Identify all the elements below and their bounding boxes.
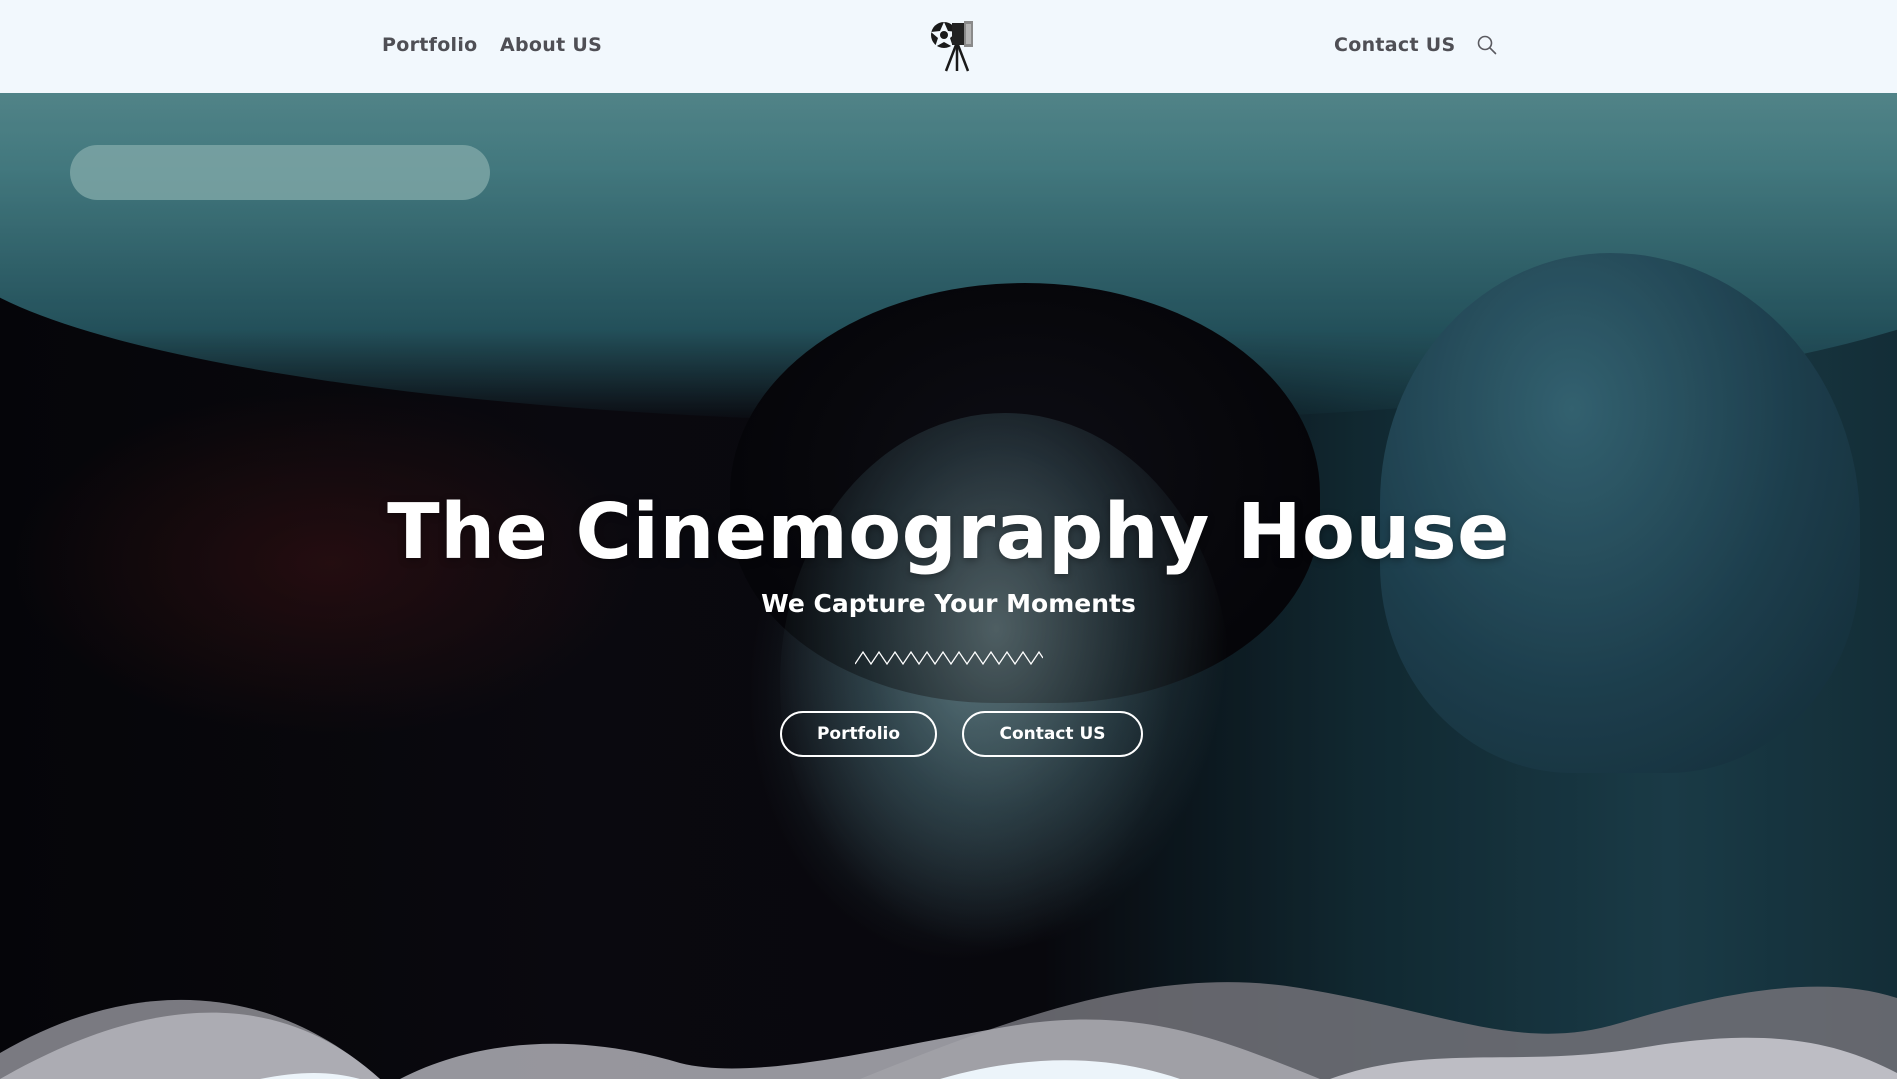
hero-bottom-waves: [0, 982, 1897, 1079]
nav-link-portfolio[interactable]: Portfolio: [382, 34, 478, 56]
film-camera-logo-icon[interactable]: [924, 17, 976, 73]
hero-section: The Cinemography House We Capture Your M…: [0, 93, 1897, 1079]
nav-link-contact-us[interactable]: Contact US: [1334, 34, 1456, 56]
site-header: Portfolio About US Contact US: [0, 0, 1897, 93]
search-icon[interactable]: [1476, 34, 1498, 56]
nav-link-about-us[interactable]: About US: [500, 34, 602, 56]
